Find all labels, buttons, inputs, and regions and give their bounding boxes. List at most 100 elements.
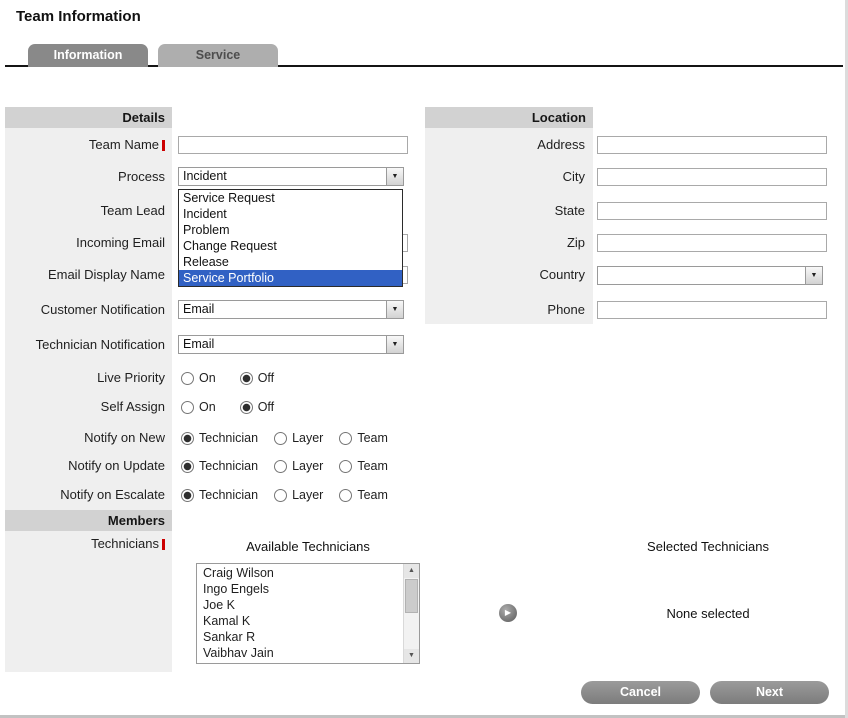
incoming-email-label: Incoming Email (5, 235, 165, 251)
tab-information-label: Information (54, 48, 123, 62)
technician-list-item[interactable]: Kamal K (197, 613, 403, 629)
customer-notification-select[interactable]: Email ▼ (178, 300, 404, 319)
notify-update-technician-radio[interactable] (181, 460, 194, 473)
dropdown-option[interactable]: Service Request (179, 190, 402, 206)
tab-information[interactable]: Information (28, 44, 148, 67)
notify-escalate-layer-label: Layer (292, 488, 323, 502)
members-label-column (5, 531, 172, 672)
listbox-scrollbar[interactable]: ▲ ▼ (403, 564, 419, 663)
notify-escalate-team-label: Team (357, 488, 388, 502)
notify-escalate-layer-radio[interactable] (274, 489, 287, 502)
details-section-header: Details (5, 107, 172, 128)
notify-update-team-label: Team (357, 459, 388, 473)
live-priority-on-radio[interactable] (181, 372, 194, 385)
notify-escalate-team-radio[interactable] (339, 489, 352, 502)
self-assign-off-radio[interactable] (240, 401, 253, 414)
live-priority-label: Live Priority (5, 370, 165, 386)
chevron-down-icon[interactable]: ▼ (805, 267, 822, 284)
next-button[interactable]: Next (710, 681, 829, 704)
city-label: City (425, 169, 585, 185)
team-name-label-text: Team Name (89, 137, 159, 152)
state-label: State (425, 203, 585, 219)
move-right-icon[interactable]: ▶ (499, 604, 517, 622)
page-title: Team Information (16, 8, 141, 25)
process-select-value: Incident (183, 168, 227, 185)
email-display-name-label: Email Display Name (5, 267, 165, 283)
scroll-up-icon[interactable]: ▲ (404, 564, 419, 578)
self-assign-on-radio[interactable] (181, 401, 194, 414)
technician-list-item[interactable]: Sankar R (197, 629, 403, 645)
live-priority-radio-group: On Off (181, 370, 298, 386)
available-technicians-listbox[interactable]: Craig Wilson Ingo Engels Joe K Kamal K S… (196, 563, 420, 664)
dropdown-option[interactable]: Change Request (179, 238, 402, 254)
notify-new-technician-radio[interactable] (181, 432, 194, 445)
process-label: Process (5, 169, 165, 185)
country-label: Country (425, 267, 585, 283)
technician-notification-label: Technician Notification (5, 337, 165, 353)
notify-update-layer-radio[interactable] (274, 460, 287, 473)
notify-new-layer-radio[interactable] (274, 432, 287, 445)
available-technicians-title: Available Technicians (196, 539, 420, 555)
notify-new-team-radio[interactable] (339, 432, 352, 445)
notify-on-new-radio-group: Technician Layer Team (181, 430, 404, 446)
dropdown-option[interactable]: Problem (179, 222, 402, 238)
required-marker (162, 140, 165, 151)
notify-new-technician-label: Technician (199, 431, 258, 445)
notify-on-escalate-label: Notify on Escalate (5, 487, 165, 503)
chevron-down-icon[interactable]: ▼ (386, 336, 403, 353)
process-select[interactable]: Incident ▼ (178, 167, 404, 186)
team-information-page: Team Information Information Service Det… (0, 0, 848, 718)
selected-technicians-title: Selected Technicians (590, 539, 826, 555)
dropdown-option-highlighted[interactable]: Service Portfolio (179, 270, 402, 286)
team-name-input[interactable] (178, 136, 408, 154)
process-dropdown-list: Service Request Incident Problem Change … (178, 189, 403, 287)
notify-new-layer-label: Layer (292, 431, 323, 445)
dropdown-option[interactable]: Incident (179, 206, 402, 222)
state-input[interactable] (597, 202, 827, 220)
notify-update-team-radio[interactable] (339, 460, 352, 473)
notify-on-update-radio-group: Technician Layer Team (181, 458, 404, 474)
team-lead-label: Team Lead (5, 203, 165, 219)
phone-input[interactable] (597, 301, 827, 319)
notify-update-technician-label: Technician (199, 459, 258, 473)
dropdown-option[interactable]: Release (179, 254, 402, 270)
members-section-header: Members (5, 510, 172, 531)
city-input[interactable] (597, 168, 827, 186)
self-assign-label: Self Assign (5, 399, 165, 415)
scroll-down-icon[interactable]: ▼ (404, 649, 419, 663)
tab-service-label: Service (196, 48, 240, 62)
notify-escalate-technician-radio[interactable] (181, 489, 194, 502)
live-priority-off-label: Off (258, 371, 274, 385)
required-marker (162, 539, 165, 550)
technician-list-item[interactable]: Vaibhav Jain (197, 645, 403, 661)
cancel-button[interactable]: Cancel (581, 681, 700, 704)
scrollbar-thumb[interactable] (405, 579, 418, 613)
self-assign-off-label: Off (258, 400, 274, 414)
country-select[interactable]: ▼ (597, 266, 823, 285)
customer-notification-label: Customer Notification (5, 302, 165, 318)
technician-notification-select[interactable]: Email ▼ (178, 335, 404, 354)
address-label: Address (425, 137, 585, 153)
notify-update-layer-label: Layer (292, 459, 323, 473)
team-name-label: Team Name (5, 137, 165, 153)
technician-list-item[interactable]: Joe K (197, 597, 403, 613)
live-priority-on-label: On (199, 371, 216, 385)
technician-list-item[interactable]: Craig Wilson (197, 565, 403, 581)
technician-list-item[interactable]: Ingo Engels (197, 581, 403, 597)
address-input[interactable] (597, 136, 827, 154)
live-priority-off-radio[interactable] (240, 372, 253, 385)
details-label-column (5, 128, 172, 510)
chevron-down-icon[interactable]: ▼ (386, 168, 403, 185)
self-assign-on-label: On (199, 400, 216, 414)
phone-label: Phone (425, 302, 585, 318)
notify-escalate-technician-label: Technician (199, 488, 258, 502)
location-section-header: Location (425, 107, 593, 128)
location-label-column (425, 128, 593, 324)
notify-new-team-label: Team (357, 431, 388, 445)
tab-service[interactable]: Service (158, 44, 278, 67)
zip-label: Zip (425, 235, 585, 251)
notify-on-escalate-radio-group: Technician Layer Team (181, 487, 404, 503)
zip-input[interactable] (597, 234, 827, 252)
technicians-label-text: Technicians (91, 536, 159, 551)
chevron-down-icon[interactable]: ▼ (386, 301, 403, 318)
